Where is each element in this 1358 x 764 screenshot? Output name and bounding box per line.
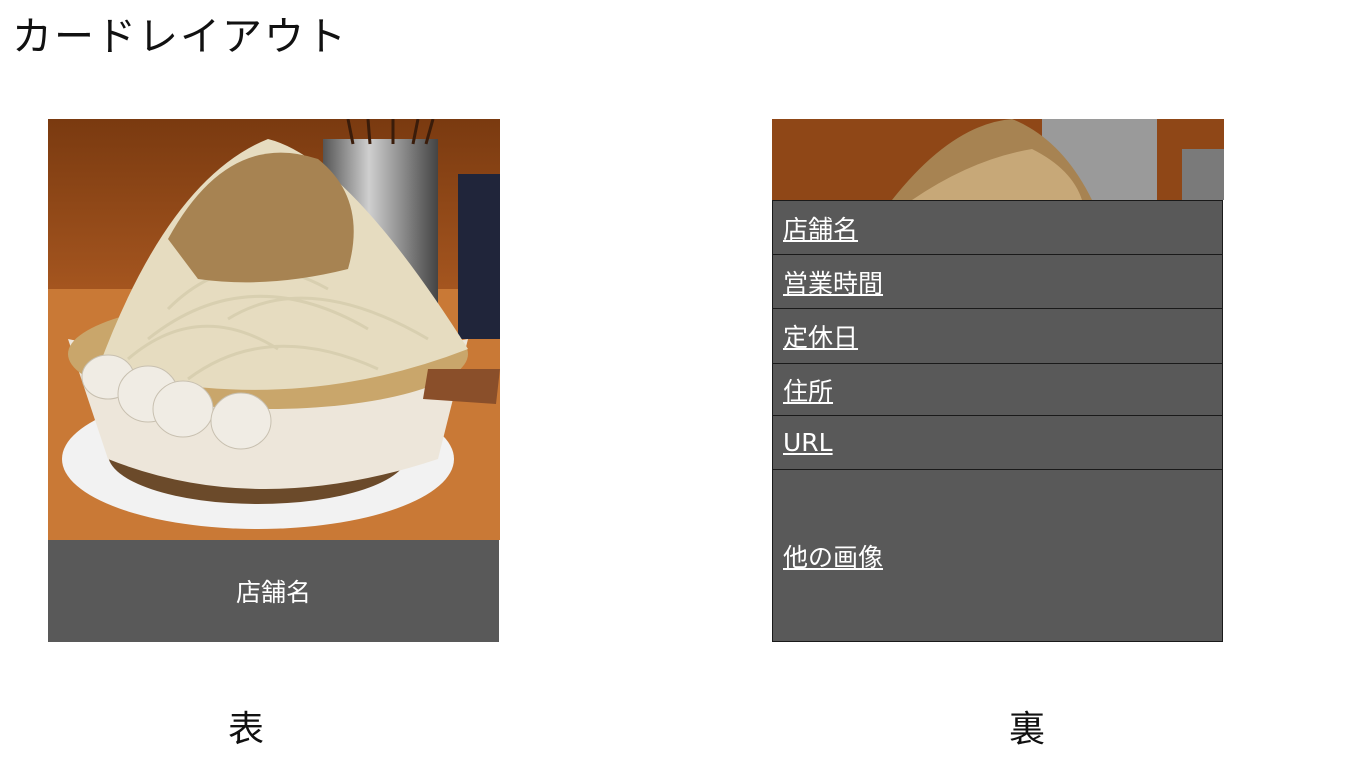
shop-name-label: 店舗名 <box>48 540 499 642</box>
info-list: 店舗名 営業時間 定休日 住所 URL 他の画像 <box>772 200 1223 642</box>
front-caption: 表 <box>228 709 265 750</box>
ramen-photo-cropped <box>772 119 1224 200</box>
info-row-holiday[interactable]: 定休日 <box>772 309 1223 364</box>
info-row-address[interactable]: 住所 <box>772 364 1223 416</box>
back-caption: 裏 <box>1009 709 1046 750</box>
info-row-shop-name[interactable]: 店舗名 <box>772 200 1223 255</box>
info-row-url[interactable]: URL <box>772 416 1223 470</box>
card-back[interactable]: 店舗名 営業時間 定休日 住所 URL 他の画像 <box>772 119 1224 642</box>
card-front[interactable]: 店舗名 <box>48 119 500 642</box>
info-row-other-images[interactable]: 他の画像 <box>772 470 1223 642</box>
slide-title: カードレイアウト <box>12 14 348 60</box>
ramen-photo <box>48 119 500 540</box>
info-row-business-hours[interactable]: 営業時間 <box>772 255 1223 309</box>
